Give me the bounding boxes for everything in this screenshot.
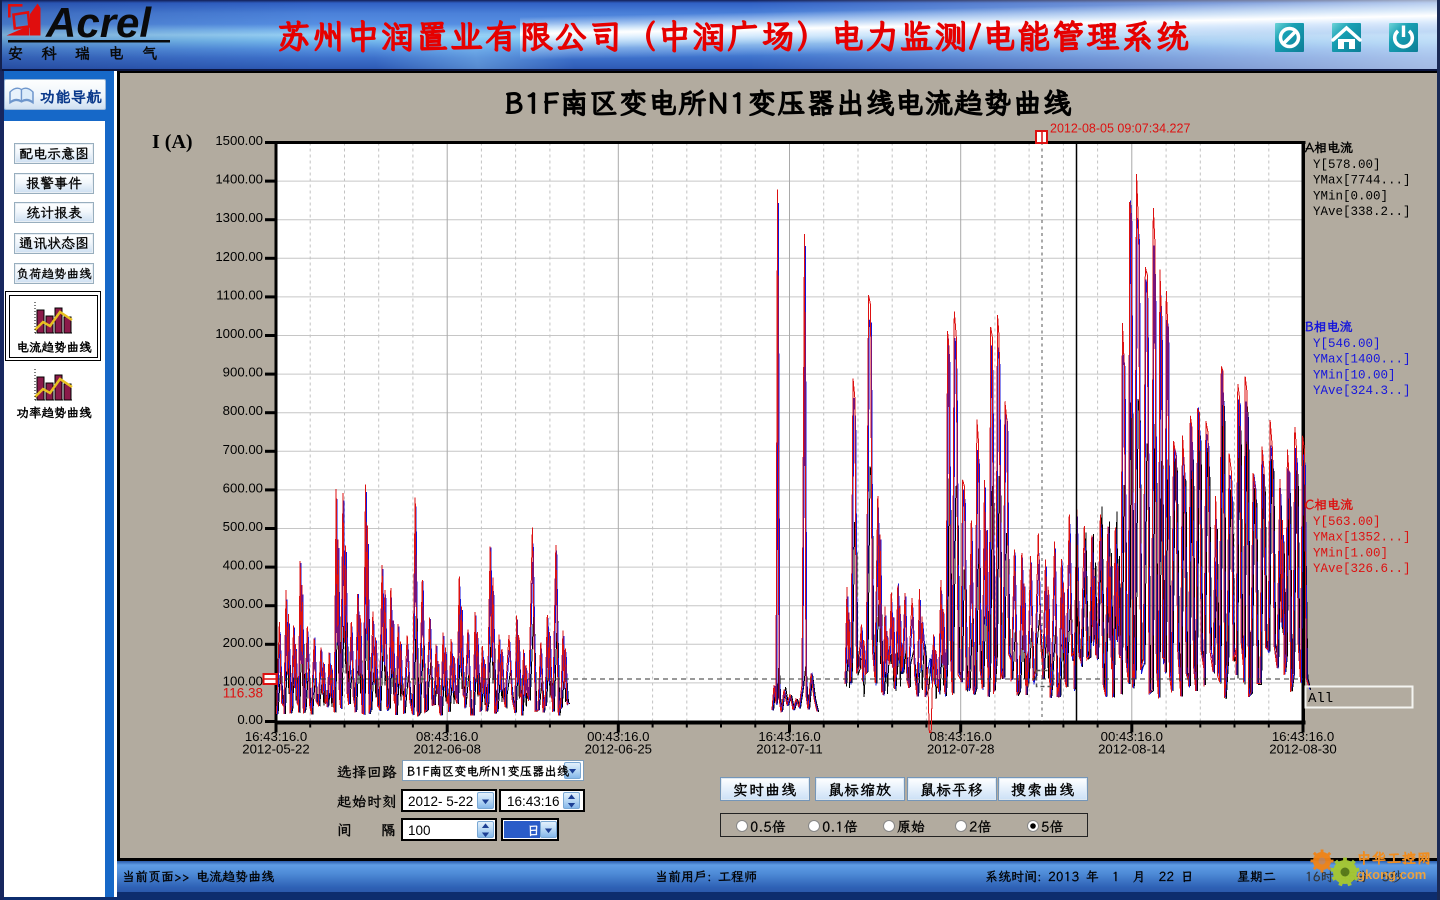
svg-text:2012- 5-22: 2012- 5-22 [408,794,473,809]
svg-text:YMin[10.00]: YMin[10.00] [1313,368,1396,382]
svg-text:YMin[0.00]: YMin[0.00] [1313,189,1388,203]
svg-text:400.00: 400.00 [223,558,263,573]
svg-text:100: 100 [408,823,431,838]
svg-text:1000.00: 1000.00 [215,326,263,341]
svg-text:2012-08-14: 2012-08-14 [1098,742,1165,757]
svg-text:500.00: 500.00 [223,519,263,534]
svg-text:700.00: 700.00 [223,442,263,457]
svg-text:YAve[324.3..]: YAve[324.3..] [1313,384,1411,398]
svg-text:Y[546.00]: Y[546.00] [1313,337,1381,351]
svg-text:Y[563.00]: Y[563.00] [1313,515,1381,529]
svg-text:300.00: 300.00 [223,596,263,611]
svg-text:1200.00: 1200.00 [215,249,263,264]
svg-text:YMax[1400...]: YMax[1400...] [1313,353,1411,367]
svg-text:YAve[338.2..]: YAve[338.2..] [1313,205,1411,219]
svg-text:All: All [1308,691,1333,707]
svg-text:0.00: 0.00 [237,712,263,727]
svg-text:1100.00: 1100.00 [216,287,263,302]
svg-text:1500.00: 1500.00 [215,133,263,148]
svg-text:2012-08-05 09:07:34.227: 2012-08-05 09:07:34.227 [1050,122,1190,136]
svg-text:2012-07-11: 2012-07-11 [756,742,822,757]
svg-text:YMax[7744...]: YMax[7744...] [1313,174,1411,188]
svg-text:2012-06-25: 2012-06-25 [585,742,652,757]
svg-text:2012-07-28: 2012-07-28 [927,742,994,757]
svg-text:Acrel: Acrel [45,0,152,46]
svg-text:Y[578.00]: Y[578.00] [1313,158,1381,172]
svg-text:16:43:16: 16:43:16 [507,794,560,809]
svg-text:I (A): I (A) [152,131,193,153]
svg-text:600.00: 600.00 [223,480,263,495]
svg-text:900.00: 900.00 [223,365,263,380]
svg-text:800.00: 800.00 [223,403,263,418]
svg-text:2012-08-30: 2012-08-30 [1269,742,1336,757]
svg-text:2012-05-22: 2012-05-22 [242,742,309,757]
svg-text:1400.00: 1400.00 [215,172,263,187]
svg-text:116.38: 116.38 [223,686,263,701]
svg-text:YAve[326.6..]: YAve[326.6..] [1313,562,1411,576]
svg-text:YMin[1.00]: YMin[1.00] [1313,546,1388,560]
svg-text:YMax[1352...]: YMax[1352...] [1313,531,1411,545]
svg-text:2012-06-08: 2012-06-08 [413,742,480,757]
svg-text:gkong.com: gkong.com [1357,867,1426,882]
svg-text:1300.00: 1300.00 [215,210,263,225]
svg-text:200.00: 200.00 [223,635,263,650]
